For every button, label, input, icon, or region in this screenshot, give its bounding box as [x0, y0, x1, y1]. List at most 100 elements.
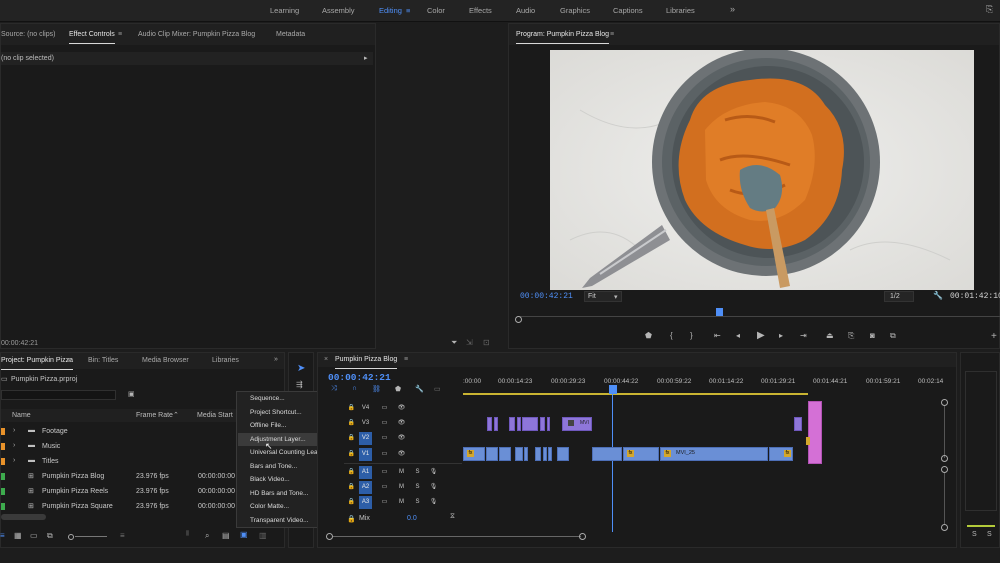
workspace-assembly[interactable]: Assembly [322, 6, 355, 15]
column-media-start[interactable]: Media Start [197, 412, 233, 419]
go-to-in-icon[interactable]: ⇤ [714, 331, 721, 340]
list-view-icon[interactable]: ≡ [0, 531, 5, 540]
track-target-a3[interactable]: A3 [359, 496, 372, 509]
tab-source[interactable]: Source: (no clips) [1, 31, 55, 38]
track-target-v2[interactable]: V2 [359, 432, 372, 445]
voiceover-record-icon[interactable]: 🎙 [427, 466, 440, 479]
program-menu-icon[interactable]: ≡ [610, 31, 614, 38]
clip-v2[interactable] [540, 417, 545, 431]
label-color-swatch[interactable] [1, 443, 5, 450]
go-to-out-icon[interactable]: ⇥ [800, 331, 807, 340]
project-menu-icon[interactable]: ≡ [67, 357, 71, 364]
step-back-icon[interactable]: ◂ [736, 331, 740, 340]
vertical-zoom-handle[interactable] [941, 455, 948, 462]
lock-track-icon[interactable]: 🔒 [345, 466, 358, 479]
clip-v2[interactable] [494, 417, 498, 431]
storyboard-icon[interactable]: ⧉ [47, 531, 53, 541]
tab-effect-controls[interactable]: Effect Controls [69, 31, 115, 44]
export-icon[interactable]: ⎘ [986, 4, 993, 15]
adjustment-layer-clip[interactable] [806, 401, 822, 464]
clip-v1[interactable] [592, 447, 622, 461]
track-target-v1[interactable]: V1 [359, 448, 372, 461]
automate-icon[interactable]: ⫼ [186, 531, 189, 538]
program-timecode[interactable]: 00:00:42:21 [520, 292, 573, 301]
label-color-swatch[interactable] [1, 428, 5, 435]
work-area-bar[interactable] [463, 393, 808, 395]
zoom-handle-left[interactable] [515, 316, 522, 323]
sort-icon[interactable]: ≡ [120, 531, 125, 540]
vertical-zoom-handle[interactable] [941, 399, 948, 406]
fit-dropdown[interactable]: Fit ▾ [584, 291, 622, 302]
sync-lock-icon[interactable]: ▭ [378, 448, 391, 461]
clip-v2[interactable] [547, 417, 550, 431]
sync-lock-icon[interactable]: ▭ [378, 481, 391, 494]
label-color-swatch[interactable] [1, 488, 5, 495]
workspace-editing[interactable]: Editing [379, 6, 402, 15]
solo-button[interactable]: S [411, 481, 424, 494]
tab-libraries[interactable]: Libraries [212, 357, 239, 364]
tab-sequence[interactable]: Pumpkin Pizza Blog [335, 356, 398, 369]
zoom-slider-track[interactable] [75, 536, 107, 537]
clip-v1[interactable] [515, 447, 523, 461]
compare-icon[interactable]: ⧉ [890, 331, 896, 341]
tab-metadata[interactable]: Metadata [276, 31, 305, 38]
icon-view-icon[interactable]: ▦ [14, 531, 22, 540]
mix-nav-icon[interactable]: ⧖ [450, 513, 455, 521]
export-frame-icon[interactable]: ⇲ [466, 338, 473, 347]
mark-out-icon[interactable]: } [690, 331, 693, 340]
program-title[interactable]: Program: Pumpkin Pizza Blog [516, 31, 609, 44]
menu-transparent-video[interactable]: Transparent Video... [250, 517, 309, 524]
label-color-swatch[interactable] [1, 473, 5, 480]
menu-project-shortcut[interactable]: Project Shortcut... [250, 409, 302, 416]
clip-v1[interactable] [524, 447, 528, 461]
tab-media-browser[interactable]: Media Browser [142, 357, 189, 364]
disclosure-triangle-icon[interactable]: › [13, 442, 15, 449]
sync-lock-icon[interactable]: ▭ [378, 432, 391, 445]
sync-lock-icon[interactable]: ▭ [378, 417, 391, 430]
sort-ascending-icon[interactable]: ⌃ [173, 411, 179, 419]
mute-button[interactable]: M [395, 496, 408, 509]
mute-button[interactable]: M [395, 466, 408, 479]
toggle-output-icon[interactable]: 👁 [395, 432, 408, 445]
disclosure-triangle-icon[interactable]: › [13, 457, 15, 464]
workspace-learning[interactable]: Learning [270, 6, 299, 15]
clip-v1-mvi25[interactable]: fx MVI_25 [660, 447, 768, 461]
add-marker-icon[interactable]: ⬟ [395, 385, 401, 393]
workspace-libraries[interactable]: Libraries [666, 6, 695, 15]
horizontal-scroll-end[interactable] [579, 533, 586, 540]
workspace-effects[interactable]: Effects [469, 6, 492, 15]
disclosure-triangle-icon[interactable]: › [13, 427, 15, 434]
lock-track-icon[interactable]: 🔒 [345, 417, 358, 430]
tab-bin-titles[interactable]: Bin: Titles [88, 357, 118, 364]
clip-v2[interactable] [517, 417, 521, 431]
track-target-v3[interactable]: V3 [359, 417, 372, 430]
program-playhead[interactable] [716, 308, 723, 316]
panel-overflow-icon[interactable]: » [274, 356, 278, 363]
add-button-icon[interactable]: + [991, 331, 997, 342]
lock-track-icon[interactable]: 🔒 [345, 432, 358, 445]
horizontal-scroll-start[interactable] [326, 533, 333, 540]
lock-track-icon[interactable]: 🔒 [345, 448, 358, 461]
workspace-graphics[interactable]: Graphics [560, 6, 590, 15]
freeform-view-icon[interactable]: ▭ [30, 531, 38, 540]
sync-lock-icon[interactable]: ▭ [378, 402, 391, 415]
menu-sequence[interactable]: Sequence... [250, 395, 285, 402]
vertical-zoom-handle[interactable] [941, 524, 948, 531]
mute-button[interactable]: M [395, 481, 408, 494]
filter-icon[interactable]: ⏷ [451, 338, 457, 348]
sequence-menu-icon[interactable]: ≡ [404, 356, 408, 363]
clear-icon[interactable]: ▥ [259, 531, 267, 540]
camera-icon[interactable]: ◙ [870, 331, 875, 340]
expand-arrow-icon[interactable]: ▸ [364, 54, 368, 62]
timeline-playhead-handle[interactable] [609, 385, 617, 394]
new-bin-icon[interactable]: ▣ [128, 390, 135, 398]
horizontal-scroll-bar[interactable] [333, 536, 581, 537]
marker-icon[interactable]: ⬟ [645, 331, 652, 340]
clip-v2[interactable] [509, 417, 515, 431]
workspace-menu-icon[interactable]: ≡ [406, 6, 410, 15]
toggle-output-icon[interactable]: 👁 [395, 448, 408, 461]
close-sequence-icon[interactable]: × [324, 356, 328, 363]
tab-menu-icon[interactable]: ≡ [118, 31, 122, 38]
clip-v1[interactable] [548, 447, 552, 461]
timeline-settings-icon[interactable]: 🔧 [415, 385, 424, 393]
